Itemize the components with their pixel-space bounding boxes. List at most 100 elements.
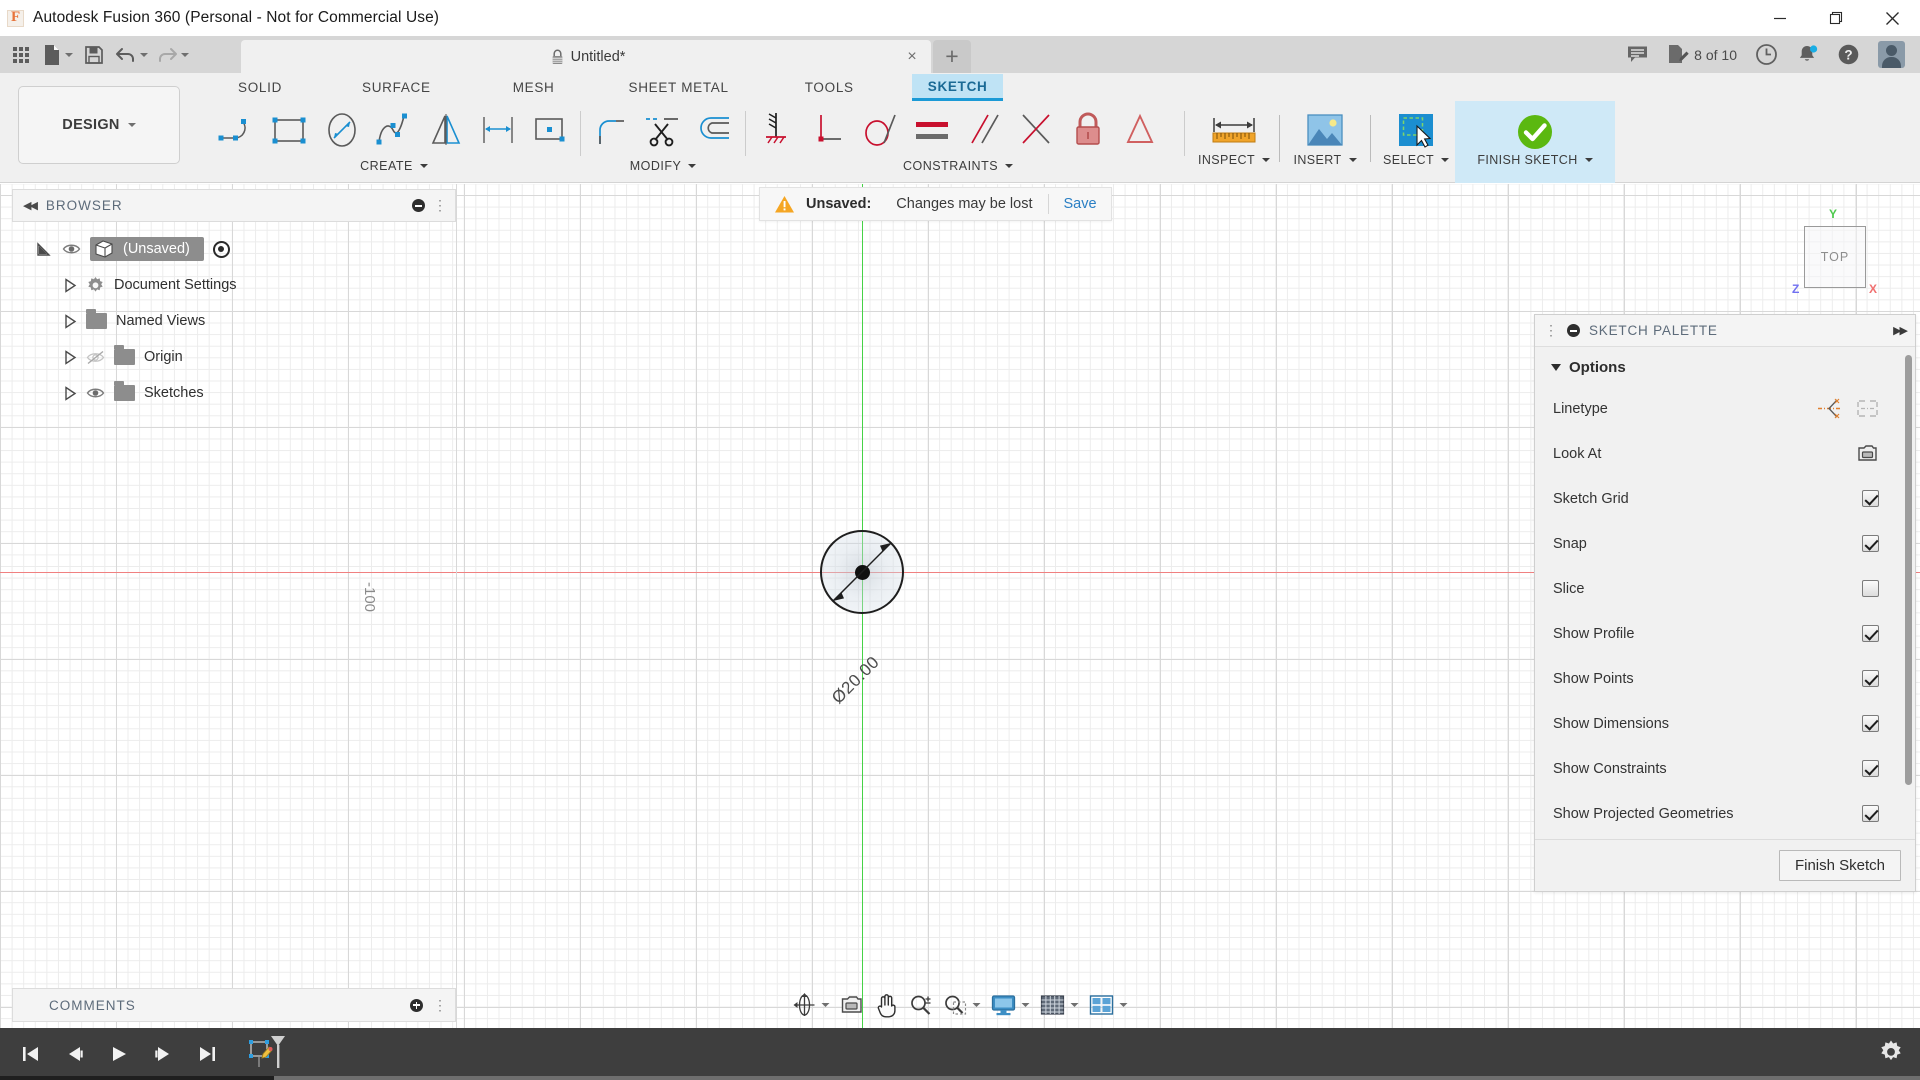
comment-bubble-icon[interactable]	[1619, 38, 1657, 72]
offset-tool[interactable]	[689, 104, 741, 156]
chevron-down-icon[interactable]	[1120, 1003, 1128, 1007]
option-snap[interactable]: Snap	[1535, 521, 1915, 566]
ribbon-group-label-create[interactable]: CREATE	[360, 159, 428, 173]
option-show-dimensions[interactable]: Show Dimensions	[1535, 701, 1915, 746]
tab-solid[interactable]: SOLID	[222, 75, 298, 100]
tab-tools[interactable]: TOOLS	[789, 75, 870, 100]
eye-hidden-icon[interactable]	[86, 350, 105, 365]
clock-icon[interactable]	[1747, 38, 1786, 72]
chevron-down-icon[interactable]	[1071, 1003, 1079, 1007]
file-new-icon[interactable]	[38, 38, 77, 71]
expander-closed-icon[interactable]	[64, 386, 77, 401]
grid-snaps-button[interactable]	[1036, 988, 1083, 1022]
zoom-button[interactable]	[905, 988, 937, 1022]
orbit-button[interactable]	[789, 988, 834, 1022]
expander-closed-icon[interactable]	[64, 350, 77, 365]
view-cube[interactable]: TOP Y X Z	[1784, 206, 1880, 302]
checkbox-slice[interactable]	[1862, 580, 1879, 597]
checkbox-show-profile[interactable]	[1862, 625, 1879, 642]
browser-item-unsaved-pill[interactable]: (Unsaved)	[90, 237, 204, 261]
plus-circle-icon[interactable]	[410, 999, 423, 1012]
line-tool[interactable]	[212, 104, 264, 156]
checkbox-show-points[interactable]	[1862, 670, 1879, 687]
ribbon-group-label-constraints[interactable]: CONSTRAINTS	[903, 159, 1013, 173]
spline-tool[interactable]	[368, 104, 420, 156]
tab-sheet-metal[interactable]: SHEET METAL	[613, 75, 745, 100]
minimize-icon[interactable]	[1752, 0, 1808, 36]
option-3d-sketch[interactable]: 3D Sketch	[1535, 836, 1915, 839]
go-to-beginning-button[interactable]	[12, 1035, 50, 1073]
step-forward-button[interactable]	[144, 1035, 182, 1073]
constraint-parallel[interactable]	[958, 104, 1010, 156]
chevron-down-icon[interactable]	[181, 53, 189, 57]
timeline-settings-button[interactable]	[1878, 1039, 1904, 1070]
document-tab[interactable]: Untitled* ×	[241, 40, 931, 73]
undo-arrow-icon[interactable]	[111, 38, 152, 71]
expander-open-icon[interactable]	[36, 242, 53, 257]
expander-closed-icon[interactable]	[64, 314, 77, 329]
centerline-box-icon[interactable]	[1856, 399, 1879, 418]
chevron-down-icon[interactable]	[140, 53, 148, 57]
option-slice[interactable]: Slice	[1535, 566, 1915, 611]
ribbon-group-label-modify[interactable]: MODIFY	[630, 159, 697, 173]
new-tab-button[interactable]: +	[933, 40, 971, 73]
grid-apps-icon[interactable]	[4, 38, 38, 71]
pan-button[interactable]	[871, 988, 903, 1022]
chevron-down-icon[interactable]	[822, 1003, 830, 1007]
checkbox-sketch-grid[interactable]	[1862, 490, 1879, 507]
trim-tool[interactable]	[637, 104, 689, 156]
dimension-tool[interactable]	[472, 104, 524, 156]
target-circle-icon[interactable]	[213, 241, 230, 258]
play-button[interactable]	[100, 1035, 138, 1073]
close-icon[interactable]: ×	[903, 49, 921, 65]
constraint-equal[interactable]	[906, 104, 958, 156]
timeline-feature-sketch[interactable]	[244, 1034, 290, 1074]
option-show-projected-geometries[interactable]: Show Projected Geometries	[1535, 791, 1915, 836]
display-settings-button[interactable]	[987, 988, 1034, 1022]
question-circle-icon[interactable]: ?	[1829, 38, 1868, 72]
avatar[interactable]	[1870, 38, 1913, 72]
finish-sketch-button[interactable]: FINISH SKETCH	[1455, 101, 1615, 183]
checkbox-show-dimensions[interactable]	[1862, 715, 1879, 732]
zoom-window-button[interactable]	[939, 988, 985, 1022]
browser-item-unsaved[interactable]: (Unsaved)	[12, 231, 456, 267]
fillet-tool[interactable]	[585, 104, 637, 156]
collapse-left-icon[interactable]: ◀◀	[21, 199, 36, 212]
checkbox-snap[interactable]	[1862, 535, 1879, 552]
chevron-down-icon[interactable]	[1022, 1003, 1030, 1007]
constraint-tangent[interactable]	[854, 104, 906, 156]
mirror-tool[interactable]	[420, 104, 472, 156]
circle-tool[interactable]	[316, 104, 368, 156]
inspect-button[interactable]: INSPECT	[1195, 101, 1273, 181]
redo-arrow-icon[interactable]	[152, 38, 193, 71]
select-button[interactable]: SELECT	[1377, 101, 1455, 181]
expand-right-icon[interactable]: ▶▶	[1893, 324, 1906, 337]
floppy-save-icon[interactable]	[77, 38, 111, 71]
bell-icon[interactable]	[1788, 38, 1827, 72]
documents-remaining[interactable]: 8 of 10	[1659, 38, 1745, 72]
construction-line-icon[interactable]	[1817, 398, 1842, 419]
diameter-dimension-line[interactable]	[820, 530, 904, 614]
checkbox-show-constraints[interactable]	[1862, 760, 1879, 777]
constraint-midpoint[interactable]	[1010, 104, 1062, 156]
browser-item-origin[interactable]: Origin	[12, 339, 456, 375]
tab-sketch[interactable]: SKETCH	[912, 74, 1004, 101]
palette-scrollbar[interactable]	[1905, 355, 1912, 785]
browser-item-named-views[interactable]: Named Views	[12, 303, 456, 339]
eye-visible-icon[interactable]	[86, 386, 105, 400]
grip-icon[interactable]: ⋮	[1544, 322, 1558, 339]
option-sketch-grid[interactable]: Sketch Grid	[1535, 476, 1915, 521]
option-show-profile[interactable]: Show Profile	[1535, 611, 1915, 656]
option-look-at[interactable]: Look At	[1535, 431, 1915, 476]
tab-mesh[interactable]: MESH	[497, 75, 571, 100]
tab-surface[interactable]: SURFACE	[346, 75, 447, 100]
view-cube-face[interactable]: TOP	[1804, 226, 1866, 288]
chevron-down-icon[interactable]	[973, 1003, 981, 1007]
constraint-perpendicular[interactable]	[802, 104, 854, 156]
save-link[interactable]: Save	[1064, 196, 1097, 212]
option-show-points[interactable]: Show Points	[1535, 656, 1915, 701]
eye-visible-icon[interactable]	[62, 242, 81, 256]
rectangle-tool[interactable]	[264, 104, 316, 156]
point-tool[interactable]	[524, 104, 576, 156]
constraint-fix[interactable]	[750, 104, 802, 156]
